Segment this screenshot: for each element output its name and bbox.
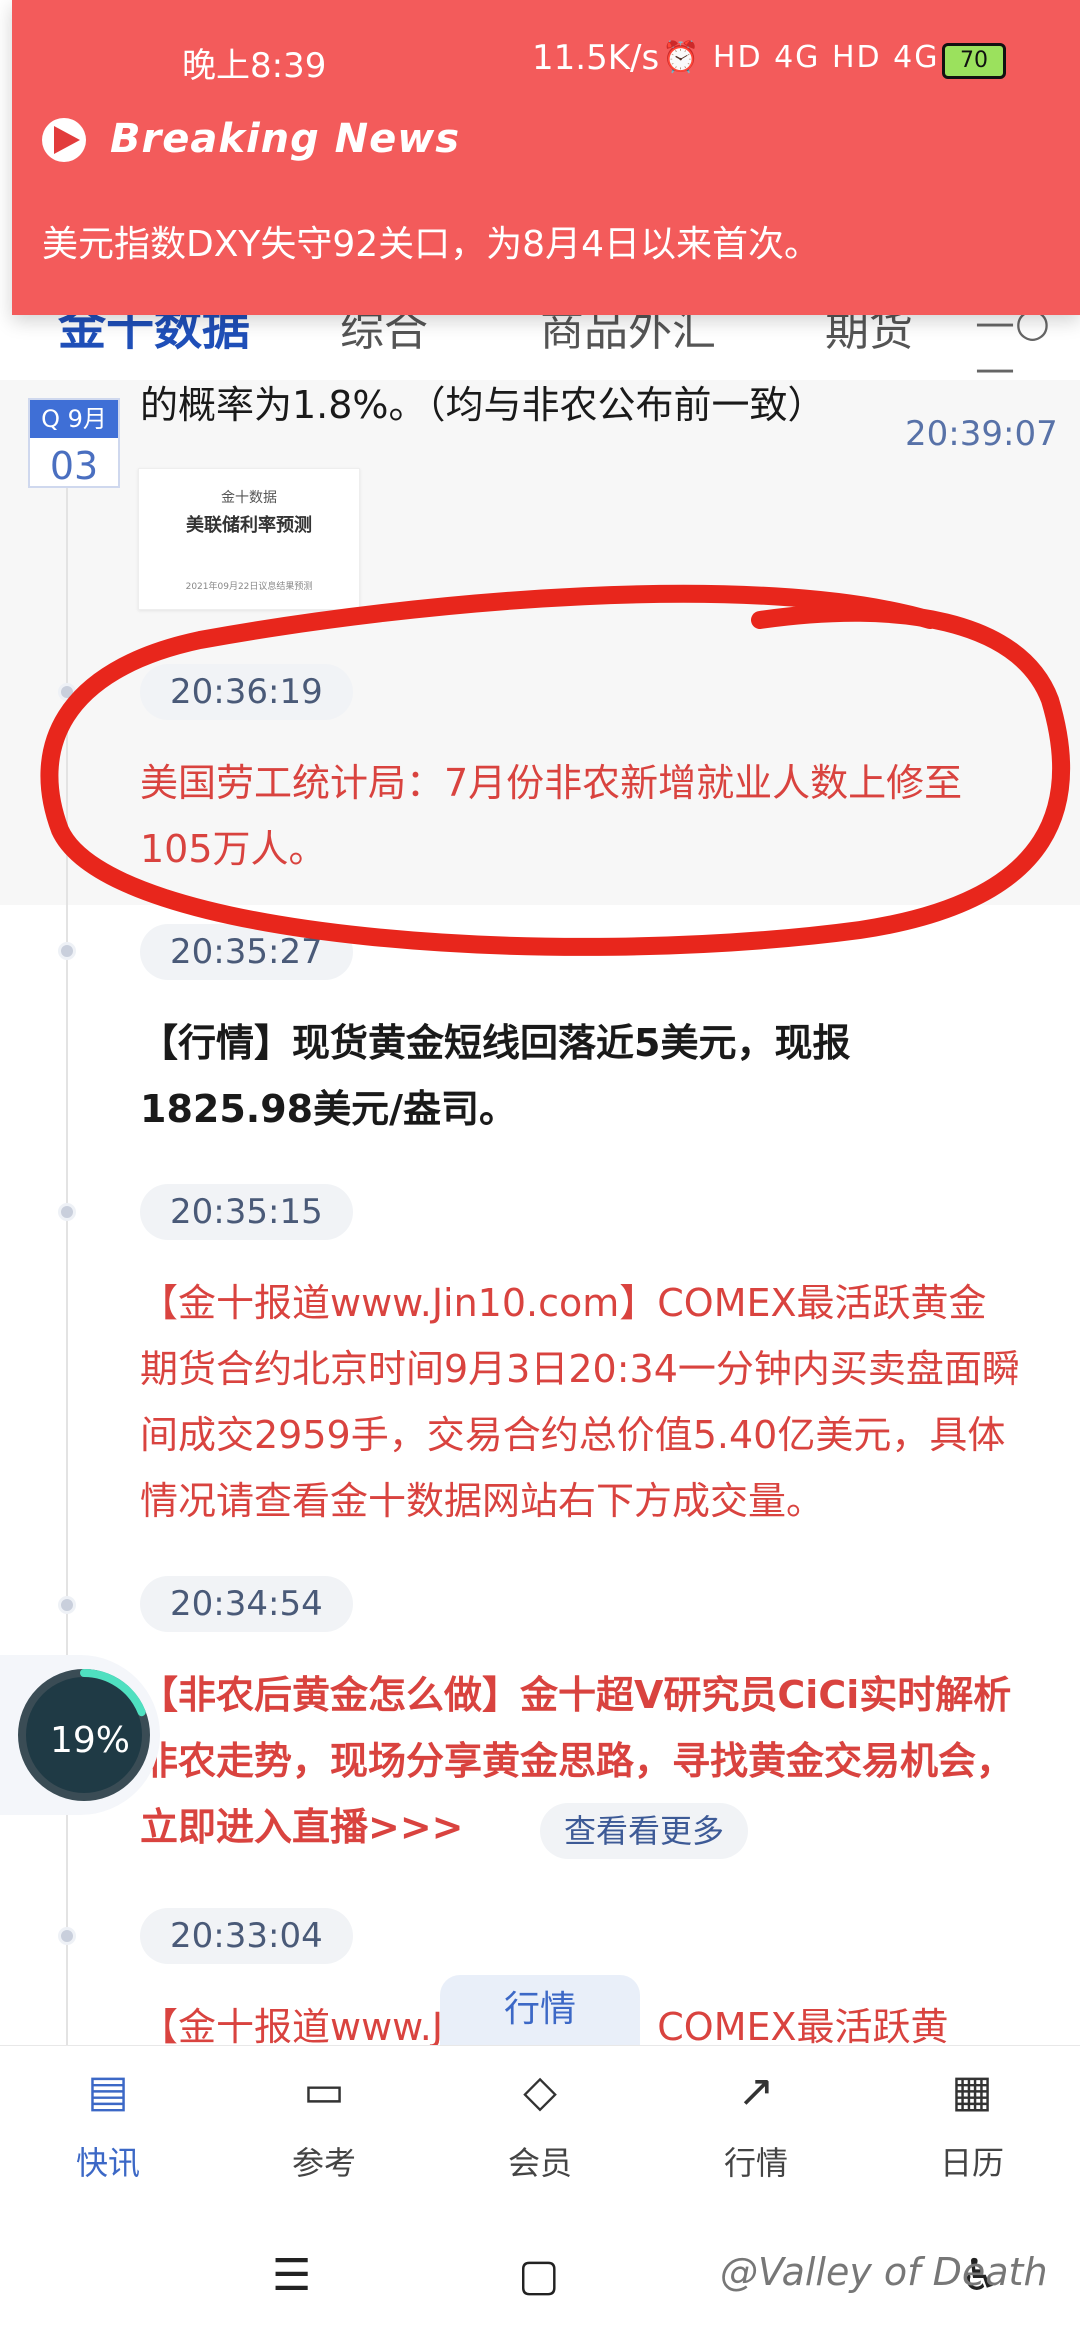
feed-item-time: 20:39:07 — [905, 414, 1058, 454]
date-badge[interactable]: Q 9月 03 — [28, 398, 120, 488]
timeline-dot — [58, 1927, 76, 1945]
feed-item-time: 20:35:15 — [140, 1184, 353, 1240]
feed-item-time: 20:33:04 — [140, 1908, 353, 1964]
progress-widget[interactable]: 19% — [0, 1655, 160, 1815]
timeline-dot — [58, 1203, 76, 1221]
news-icon: ▤ — [87, 2066, 129, 2117]
breaking-news-title: Breaking News — [110, 116, 461, 162]
watermark: @Valley of Death — [720, 2250, 1048, 2294]
red-circle-annotation — [40, 584, 1071, 956]
floating-market-tab[interactable]: 行情 — [440, 1975, 640, 2045]
nav-label: 会员 — [507, 2144, 572, 2182]
feed-item-text[interactable]: 【金十报道www.Jin10.com】COMEX最活跃黄金期货合约北京时间9月3… — [140, 1270, 1020, 1534]
progress-value: 19% — [49, 1720, 130, 1761]
battery-icon: 70 — [942, 43, 1006, 79]
bottom-nav: ▤ 快讯 ▭ 参考 ◇ 会员 ↗ 行情 ▦ 日历 — [0, 2045, 1080, 2211]
nav-label: 行情 — [723, 2144, 788, 2182]
menu-icon[interactable]: ☰ — [272, 2250, 311, 2301]
status-time: 晚上8:39 — [182, 46, 327, 86]
feed-item-text[interactable]: 的概率为1.8%。（均与非农公布前一致） — [140, 372, 1020, 438]
timeline-dot — [58, 1596, 76, 1614]
nav-label: 日历 — [939, 2144, 1004, 2182]
nav-item-market[interactable]: ↗ 行情 — [676, 2064, 836, 2184]
nav-label: 快讯 — [75, 2144, 140, 2182]
nav-item-reference[interactable]: ▭ 参考 — [244, 2064, 404, 2184]
reference-icon: ▭ — [303, 2066, 345, 2117]
nav-item-vip[interactable]: ◇ 会员 — [460, 2064, 620, 2184]
date-badge-day: 03 — [49, 444, 99, 488]
feed-item-text[interactable]: 【行情】现货黄金短线回落近5美元，现报1825.98美元/盎司。 — [140, 1010, 1020, 1142]
calendar-icon: ▦ — [951, 2066, 993, 2117]
thumbnail-brand: 金十数据 — [221, 490, 277, 506]
date-badge-month: Q 9月 — [30, 400, 118, 438]
nav-label: 参考 — [291, 2144, 356, 2182]
vip-icon: ◇ — [523, 2066, 557, 2117]
breaking-news-logo-icon — [42, 118, 86, 162]
breaking-news-banner[interactable]: 晚上8:39 11.5K/s ⏰ HD 4G HD 4G 70 Breaking… — [12, 0, 1080, 315]
nav-item-calendar[interactable]: ▦ 日历 — [892, 2064, 1052, 2184]
feed-item-time: 20:34:54 — [140, 1576, 353, 1632]
status-bar: 晚上8:39 11.5K/s ⏰ HD 4G HD 4G 70 — [12, 38, 1080, 98]
breaking-news-text: 美元指数DXY失守92关口，为8月4日以来首次。 — [42, 224, 820, 265]
chart-icon: ↗ — [737, 2066, 775, 2117]
thumbnail-title: 美联储利率预测 — [186, 515, 312, 536]
status-net-speed: 11.5K/s — [532, 38, 660, 78]
home-icon[interactable]: ▢ — [518, 2250, 560, 2301]
status-signal-icons: ⏰ HD 4G HD 4G — [662, 40, 940, 75]
nav-item-flash[interactable]: ▤ 快讯 — [28, 2064, 188, 2184]
see-more-button[interactable]: 查看看更多 — [540, 1803, 749, 1859]
